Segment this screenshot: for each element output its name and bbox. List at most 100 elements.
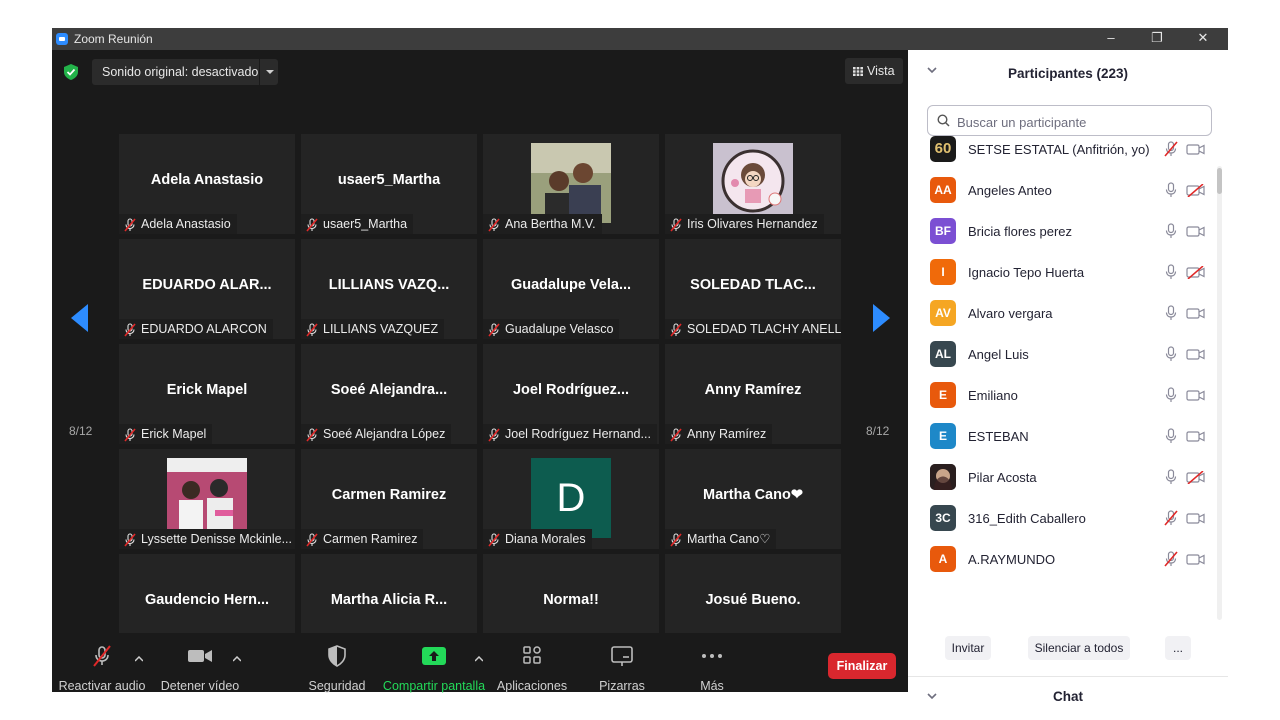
video-icon[interactable] [1186, 307, 1205, 320]
minimize-button[interactable]: – [1088, 28, 1134, 50]
participants-panel: Participantes (223) 60 SETSE ESTATAL (Anf… [908, 50, 1228, 704]
chevron-down-icon[interactable] [259, 59, 278, 85]
end-meeting-button[interactable]: Finalizar [828, 653, 896, 679]
restore-button[interactable]: ❐ [1134, 28, 1180, 50]
participant-avatar: 60 [930, 136, 956, 162]
participant-row[interactable]: E Emiliano [908, 377, 1214, 418]
tile-name-text: usaer5_Martha [323, 217, 408, 231]
chevron-up-icon[interactable] [135, 656, 143, 662]
mic-icon[interactable] [1164, 428, 1178, 444]
tile-name-text: Diana Morales [505, 532, 586, 546]
video-tile[interactable]: Ana Bertha M.V. [483, 134, 659, 234]
next-page-arrow-icon[interactable] [873, 304, 890, 332]
muted-mic-icon[interactable] [1164, 510, 1178, 526]
mic-icon[interactable] [1164, 223, 1178, 239]
apps-button[interactable]: Aplicaciones [494, 633, 570, 693]
tile-name-label: Anny Ramírez [665, 424, 773, 444]
participant-row[interactable]: I Ignacio Tepo Huerta [908, 254, 1214, 295]
video-tile[interactable]: D Diana Morales [483, 449, 659, 549]
more-button[interactable]: Más [682, 633, 742, 693]
mic-icon[interactable] [1164, 305, 1178, 321]
mic-icon[interactable] [1164, 387, 1178, 403]
participant-name: Angel Luis [968, 347, 1029, 362]
participant-row[interactable]: A A.RAYMUNDO [908, 541, 1214, 582]
video-off-icon[interactable] [1186, 184, 1205, 197]
muted-mic-icon[interactable] [1164, 141, 1178, 157]
view-button[interactable]: Vista [845, 58, 903, 84]
tile-name-label: Ana Bertha M.V. [483, 214, 602, 234]
participant-row[interactable]: 3C 316_Edith Caballero [908, 500, 1214, 541]
share-screen-button[interactable]: Compartir pantalla [382, 633, 486, 693]
participant-avatar: AL [930, 341, 956, 367]
participant-row[interactable]: E ESTEBAN [908, 418, 1214, 459]
video-tile[interactable]: Martha Cano❤ Martha Cano♡ [665, 449, 841, 549]
tile-name-text: Lyssette Denisse Mckinle... [141, 532, 292, 546]
video-tile[interactable]: Adela Anastasio Adela Anastasio [119, 134, 295, 234]
video-tile[interactable]: LILLIANS VAZQ... LILLIANS VAZQUEZ [301, 239, 477, 339]
whiteboards-button[interactable]: Pizarras [588, 633, 656, 693]
mic-icon[interactable] [1164, 469, 1178, 485]
chevron-up-icon[interactable] [475, 656, 483, 662]
video-icon[interactable] [1186, 348, 1205, 361]
participant-row[interactable]: AA Angeles Anteo [908, 172, 1214, 213]
video-off-icon[interactable] [1186, 266, 1205, 279]
mic-icon[interactable] [1164, 182, 1178, 198]
participant-list-scrollbar[interactable] [1217, 166, 1222, 620]
participant-row[interactable]: Pilar Acosta [908, 459, 1214, 500]
search-input[interactable] [955, 111, 1209, 133]
video-tile[interactable]: Soeé Alejandra... Soeé Alejandra López [301, 344, 477, 444]
tile-display-name: Soeé Alejandra... [330, 382, 448, 398]
tile-display-name: EDUARDO ALAR... [142, 277, 272, 293]
invite-button[interactable]: Invitar [945, 636, 991, 660]
tile-display-name: usaer5_Martha [337, 172, 441, 188]
participant-row[interactable]: AV Alvaro vergara [908, 295, 1214, 336]
unmute-audio-button[interactable]: Reactivar audio [58, 633, 146, 693]
video-tile[interactable]: Iris Olivares Hernandez [665, 134, 841, 234]
share-screen-icon [422, 647, 446, 665]
mute-all-button[interactable]: Silenciar a todos [1028, 636, 1130, 660]
participants-title: Participantes (223) [1007, 66, 1129, 81]
tile-name-text: Guadalupe Velasco [505, 322, 614, 336]
more-options-button[interactable]: ... [1165, 636, 1191, 660]
video-off-icon[interactable] [1186, 471, 1205, 484]
previous-page-arrow-icon[interactable] [71, 304, 88, 332]
video-tile[interactable]: Anny Ramírez Anny Ramírez [665, 344, 841, 444]
video-tile[interactable]: Carmen Ramirez Carmen Ramirez [301, 449, 477, 549]
chevron-up-icon[interactable] [233, 656, 241, 662]
video-icon[interactable] [1186, 553, 1205, 566]
encryption-shield-icon[interactable] [64, 64, 78, 80]
tile-display-name: Anny Ramírez [704, 382, 802, 398]
video-icon[interactable] [1186, 512, 1205, 525]
security-button[interactable]: Seguridad [300, 633, 374, 693]
scrollbar-thumb[interactable] [1217, 168, 1222, 194]
video-tile[interactable]: SOLEDAD TLAC... SOLEDAD TLACHY ANELL [665, 239, 841, 339]
original-sound-toggle[interactable]: Sonido original: desactivado [92, 59, 278, 85]
video-tile[interactable]: Erick Mapel Erick Mapel [119, 344, 295, 444]
muted-mic-icon [306, 218, 318, 232]
video-icon[interactable] [1186, 430, 1205, 443]
video-icon[interactable] [1186, 389, 1205, 402]
video-tile[interactable]: EDUARDO ALAR... EDUARDO ALARCON [119, 239, 295, 339]
meeting-toolbar: Reactivar audio Detener vídeo Seguridad … [52, 633, 908, 693]
mic-icon[interactable] [1164, 346, 1178, 362]
video-tile[interactable]: Lyssette Denisse Mckinle... [119, 449, 295, 549]
tile-name-text: Martha Cano♡ [687, 532, 771, 546]
video-tile[interactable]: usaer5_Martha usaer5_Martha [301, 134, 477, 234]
video-tile[interactable]: Joel Rodríguez... Joel Rodríguez Hernand.… [483, 344, 659, 444]
whiteboard-icon [611, 646, 633, 666]
participant-row[interactable]: 60 SETSE ESTATAL (Anfitrión, yo) [908, 131, 1214, 172]
participant-name: Ignacio Tepo Huerta [968, 265, 1085, 280]
participant-avatar: A [930, 546, 956, 572]
video-icon[interactable] [1186, 143, 1205, 156]
video-tile[interactable]: Guadalupe Vela... Guadalupe Velasco [483, 239, 659, 339]
mic-icon[interactable] [1164, 264, 1178, 280]
participant-row[interactable]: AL Angel Luis [908, 336, 1214, 377]
stop-video-label: Detener vídeo [160, 679, 240, 693]
muted-mic-icon [306, 533, 318, 547]
stop-video-button[interactable]: Detener vídeo [156, 633, 244, 693]
participant-name: SETSE ESTATAL (Anfitrión, yo) [968, 142, 1150, 157]
participant-row[interactable]: BF Bricia flores perez [908, 213, 1214, 254]
video-icon[interactable] [1186, 225, 1205, 238]
muted-mic-icon[interactable] [1164, 551, 1178, 567]
close-button[interactable]: ✕ [1180, 28, 1226, 50]
